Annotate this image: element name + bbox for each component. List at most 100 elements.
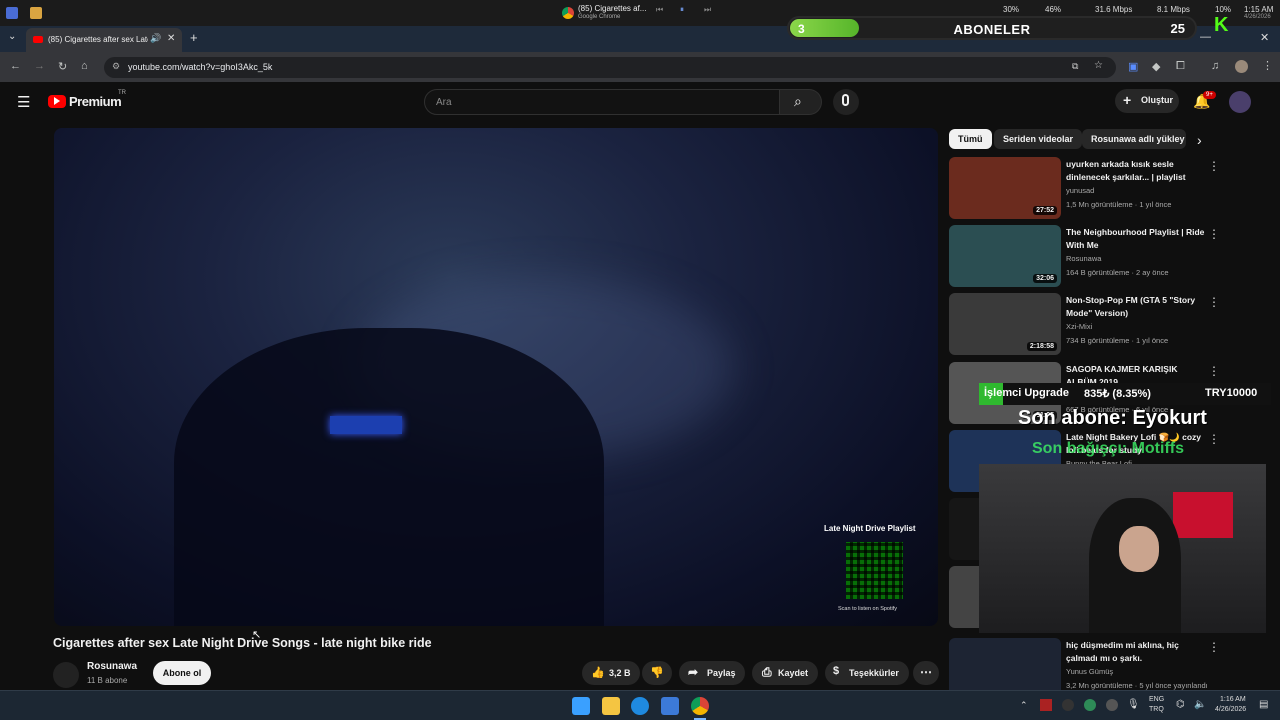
more-actions-button[interactable]: ⋯: [913, 661, 939, 685]
store-icon[interactable]: [661, 697, 679, 715]
recommendation-meta: 1,5 Mn görüntüleme · 1 yıl önce: [1066, 200, 1172, 209]
search-button[interactable]: ⌕: [780, 89, 822, 115]
extensions-puzzle-icon[interactable]: ⧠: [1176, 60, 1185, 73]
back-icon[interactable]: ←: [10, 60, 21, 72]
chevron-right-icon[interactable]: ›: [1197, 132, 1202, 148]
tray-app-icon[interactable]: [1084, 699, 1096, 711]
taskbar-date[interactable]: 4/26/2026: [1215, 706, 1246, 713]
reload-icon[interactable]: ↻: [58, 60, 67, 73]
site-info-icon[interactable]: ⚙: [112, 61, 120, 72]
upgrade-goal-bar: İşlemci Upgrade 835₺ (8.35%) TRY10000: [979, 383, 1271, 405]
start-icon[interactable]: [572, 697, 590, 715]
gpu-stat: 10%: [1215, 5, 1232, 14]
microphone-tray-icon[interactable]: 🎙: [1127, 699, 1140, 710]
forward-icon[interactable]: →: [34, 60, 45, 72]
now-playing-title: (85) Cigarettes af...: [578, 4, 647, 13]
save-button[interactable]: ⎙ Kaydet: [752, 661, 818, 685]
pause-icon[interactable]: ⏸: [680, 5, 684, 15]
browser-tab[interactable]: (85) Cigarettes after sex Late 🔊 ✕: [26, 28, 182, 52]
home-icon[interactable]: ⌂: [81, 60, 88, 72]
language-top[interactable]: ENG: [1149, 696, 1164, 703]
speaker-icon[interactable]: 🔊: [150, 33, 161, 44]
notification-center-icon[interactable]: ▤: [1259, 699, 1268, 710]
recommendation-channel[interactable]: Yunus Gümüş: [1066, 667, 1113, 676]
close-window-icon[interactable]: ✕: [1260, 31, 1269, 44]
more-options-icon[interactable]: ⋮: [1208, 227, 1220, 241]
recommendation-title[interactable]: The Neighbourhood Playlist | Ride With M…: [1066, 226, 1206, 252]
recommendation-thumbnail[interactable]: 32:06: [949, 225, 1061, 287]
hamburger-menu-icon[interactable]: ☰: [17, 93, 30, 111]
account-avatar[interactable]: [1229, 91, 1251, 113]
cpu-stat: 30%: [1003, 5, 1020, 14]
last-tipper: Son bağışçı: Motiffs: [1032, 440, 1184, 457]
taskbar-time[interactable]: 1:16 AM: [1220, 696, 1246, 703]
chip-all[interactable]: Tümü: [949, 129, 992, 149]
recommendation-item[interactable]: 32:06 The Neighbourhood Playlist | Ride W…: [949, 225, 1269, 287]
more-options-icon[interactable]: ⋮: [1208, 159, 1220, 173]
file-explorer-icon[interactable]: [602, 697, 620, 715]
tray-app-icon[interactable]: [1106, 699, 1118, 711]
tray-app-icon[interactable]: [1040, 699, 1052, 711]
profile-avatar[interactable]: [1235, 60, 1248, 73]
app-icon[interactable]: [30, 7, 42, 19]
volume-icon[interactable]: 🔈: [1194, 699, 1206, 710]
recommendation-title[interactable]: hiç düşmedim mi aklına, hiç çalmadı mı o…: [1066, 639, 1206, 665]
more-options-icon[interactable]: ⋮: [1208, 432, 1220, 446]
search-box[interactable]: Ara: [424, 89, 780, 115]
thanks-button[interactable]: $ Teşekkürler: [825, 661, 909, 685]
upload-stat: 8.1 Mbps: [1157, 5, 1190, 14]
recommendation-channel[interactable]: Rosunawa: [1066, 254, 1101, 263]
recommendation-item[interactable]: 27:52 uyurken arkada kısık sesle dinlenec…: [949, 157, 1269, 219]
media-control-icon[interactable]: ♫: [1211, 60, 1219, 72]
chip-series[interactable]: Seriden videolar: [994, 129, 1083, 149]
dislike-button[interactable]: 👎: [642, 661, 672, 685]
recommendation-channel[interactable]: yunusad: [1066, 186, 1094, 195]
search-input[interactable]: Ara: [436, 97, 452, 108]
recommendation-thumbnail[interactable]: 2:18:58: [949, 293, 1061, 355]
edge-icon[interactable]: [631, 697, 649, 715]
channel-avatar[interactable]: [53, 662, 79, 688]
extension-icon[interactable]: ▣: [1128, 60, 1138, 73]
minimize-icon[interactable]: —: [1200, 31, 1211, 43]
recommendation-title[interactable]: Non-Stop-Pop FM (GTA 5 "Story Mode" Vers…: [1066, 294, 1206, 320]
tray-app-icon[interactable]: [1062, 699, 1074, 711]
subscribe-button[interactable]: Abone ol: [153, 661, 211, 685]
recommendation-thumbnail[interactable]: 27:52: [949, 157, 1061, 219]
browser-toolbar: ← → ↻ ⌂ ⚙ youtube.com/watch?v=ghoI3Akc_5…: [0, 52, 1280, 82]
video-player[interactable]: Late Night Drive Playlist Scan to listen…: [54, 128, 938, 626]
taskbar: ⌃ 🎙 ENG TRQ ⌬ 🔈 1:16 AM 4/26/2026 ▤: [0, 690, 1280, 720]
microphone-icon: [842, 94, 849, 106]
voice-search-button[interactable]: [833, 89, 859, 115]
install-app-icon[interactable]: ⧉: [1072, 61, 1078, 72]
more-options-icon[interactable]: ⋮: [1208, 364, 1220, 378]
chrome-taskbar-icon[interactable]: [691, 697, 709, 715]
share-button[interactable]: ➦ Paylaş: [679, 661, 745, 685]
tray-chevron-icon[interactable]: ⌃: [1020, 700, 1028, 711]
recommendation-title[interactable]: uyurken arkada kısık sesle dinlenecek şa…: [1066, 158, 1206, 184]
close-tab-icon[interactable]: ✕: [167, 33, 175, 44]
extension-icon[interactable]: ◆: [1152, 60, 1160, 73]
like-button[interactable]: 👍 3,2 B: [582, 661, 640, 685]
recommendation-channel[interactable]: Xzi-Mixi: [1066, 322, 1092, 331]
create-button[interactable]: + Oluştur: [1115, 89, 1179, 113]
language-bottom[interactable]: TRQ: [1149, 706, 1164, 713]
recommendation-item[interactable]: 2:18:58 Non-Stop-Pop FM (GTA 5 "Story Mod…: [949, 293, 1269, 355]
address-bar[interactable]: ⚙ youtube.com/watch?v=ghoI3Akc_5k ⧉ ☆: [104, 57, 1116, 78]
browser-menu-icon[interactable]: ⋮: [1262, 59, 1273, 72]
network-icon[interactable]: ⌬: [1176, 699, 1185, 710]
bookmark-star-icon[interactable]: ☆: [1094, 60, 1103, 71]
tab-search-icon[interactable]: ⌄: [8, 31, 16, 42]
recommendation-meta: 3,2 Mn görüntüleme · 5 yıl önce yayınlan…: [1066, 681, 1208, 690]
more-options-icon[interactable]: ⋮: [1208, 295, 1220, 309]
channel-name[interactable]: Rosunawa: [87, 661, 137, 672]
streamer-face: [1119, 526, 1159, 572]
chip-channel[interactable]: Rosunawa adlı yükley: [1082, 129, 1186, 149]
next-track-icon[interactable]: ⏭: [704, 5, 711, 15]
new-tab-icon[interactable]: +: [190, 30, 198, 45]
app-icon[interactable]: [6, 7, 18, 19]
webcam-overlay: [979, 464, 1266, 633]
last-subscriber: Son abone: Eyokurt: [1018, 407, 1207, 429]
more-options-icon[interactable]: ⋮: [1208, 640, 1220, 654]
url-text[interactable]: youtube.com/watch?v=ghoI3Akc_5k: [128, 62, 272, 72]
prev-track-icon[interactable]: ⏮: [656, 5, 663, 15]
